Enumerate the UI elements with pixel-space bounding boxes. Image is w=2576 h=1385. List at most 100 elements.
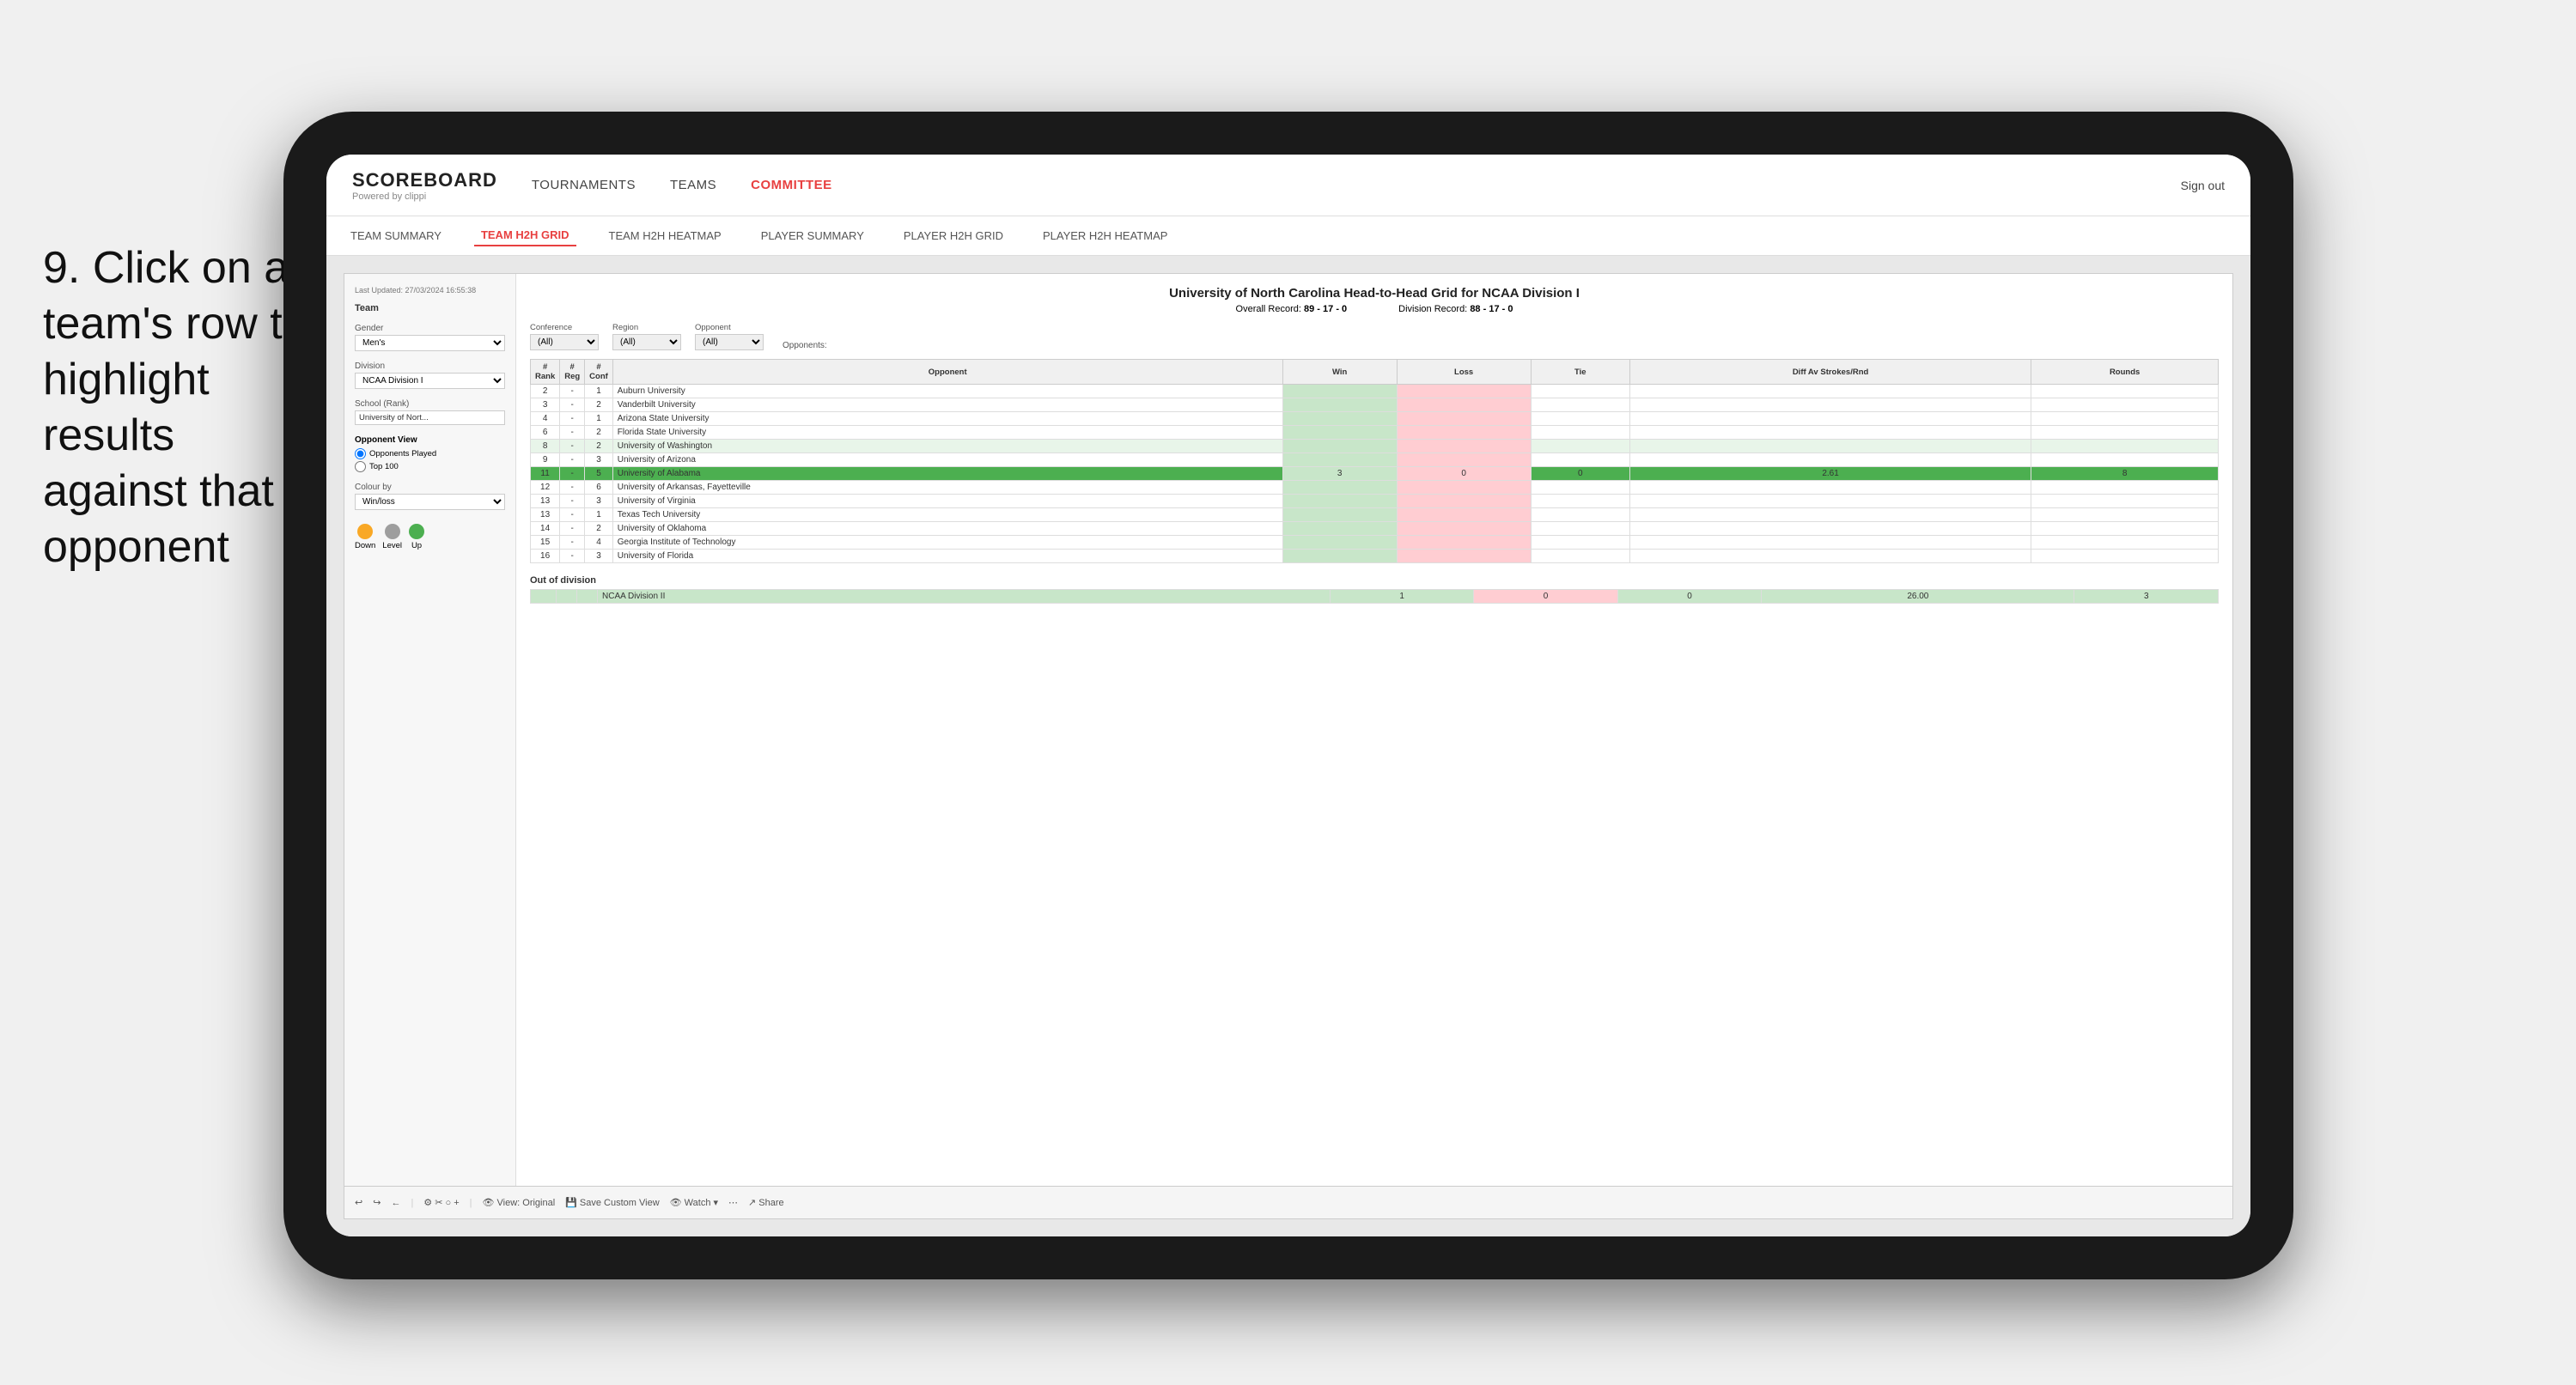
col-loss: Loss (1397, 360, 1531, 385)
table-cell (1629, 412, 2031, 426)
undo-button[interactable]: ↩ (355, 1197, 362, 1208)
table-row[interactable]: 16-3University of Florida (531, 550, 2219, 563)
record-row: Overall Record: 89 - 17 - 0 Division Rec… (530, 304, 2219, 314)
table-cell: 3 (585, 453, 613, 467)
out-of-division-row[interactable]: NCAA Division II 1 0 0 26.00 3 (531, 590, 2219, 604)
table-cell (1282, 453, 1397, 467)
table-cell (2031, 426, 2219, 440)
conference-filter-select[interactable]: (All) (530, 334, 599, 350)
table-row[interactable]: 8-2University of Washington (531, 440, 2219, 453)
tab-player-summary[interactable]: PLAYER SUMMARY (754, 226, 871, 246)
table-cell (2031, 495, 2219, 508)
legend-level-label: Level (382, 541, 402, 550)
table-cell (1531, 398, 1629, 412)
ood-rank (531, 590, 557, 604)
nav-teams[interactable]: TEAMS (670, 174, 716, 196)
table-cell: 14 (531, 522, 560, 536)
division-filter-label: Division (355, 361, 505, 371)
watch-btn[interactable]: 👁 Watch ▾ (670, 1197, 718, 1208)
table-cell (1629, 550, 2031, 563)
table-cell (1282, 522, 1397, 536)
toolbar-more-btn[interactable]: ⋯ (728, 1197, 738, 1208)
table-cell: 3 (585, 495, 613, 508)
table-cell (1531, 440, 1629, 453)
nav-items: TOURNAMENTS TEAMS COMMITTEE (532, 174, 2181, 196)
team-filter-group: Team (355, 303, 505, 313)
table-cell (1531, 508, 1629, 522)
table-cell (1282, 385, 1397, 398)
table-cell: Arizona State University (612, 412, 1282, 426)
radio-opponents-played[interactable]: Opponents Played (355, 448, 505, 459)
back-button[interactable]: ← (391, 1198, 400, 1208)
tab-team-h2h-grid[interactable]: TEAM H2H GRID (474, 225, 576, 246)
table-cell: - (560, 398, 585, 412)
opponents-label: Opponents: (783, 341, 827, 350)
table-row[interactable]: 11-5University of Alabama3002.618 (531, 467, 2219, 481)
ood-loss: 0 (1474, 590, 1617, 604)
table-cell (1531, 536, 1629, 550)
region-filter: Region (All) (612, 323, 681, 350)
table-cell: - (560, 550, 585, 563)
conference-filter: Conference (All) (530, 323, 599, 350)
radio-top-100[interactable]: Top 100 (355, 461, 505, 472)
table-cell: - (560, 508, 585, 522)
opponent-filter-select[interactable]: (All) (695, 334, 764, 350)
gender-select[interactable]: Men's (355, 335, 505, 351)
table-cell (2031, 536, 2219, 550)
colour-by-group: Colour by Win/loss (355, 483, 505, 510)
table-cell: 2 (585, 440, 613, 453)
view-original-btn[interactable]: 👁 View: Original (482, 1197, 555, 1208)
opponent-filter: Opponent (All) (695, 323, 764, 350)
table-row[interactable]: 13-3University of Virginia (531, 495, 2219, 508)
legend-up-label: Up (411, 541, 422, 550)
col-conf: # Conf (585, 360, 613, 385)
opponent-view-label: Opponent View (355, 435, 505, 445)
table-cell (1397, 412, 1531, 426)
region-filter-select[interactable]: (All) (612, 334, 681, 350)
logo-subtitle: Powered by clippi (352, 191, 497, 202)
nav-committee[interactable]: COMMITTEE (751, 174, 832, 196)
table-row[interactable]: 6-2Florida State University (531, 426, 2219, 440)
table-cell: University of Virginia (612, 495, 1282, 508)
table-cell: 6 (531, 426, 560, 440)
table-cell (1397, 536, 1531, 550)
sign-out-link[interactable]: Sign out (2181, 179, 2225, 192)
table-row[interactable]: 4-1Arizona State University (531, 412, 2219, 426)
table-cell: 0 (1531, 467, 1629, 481)
table-row[interactable]: 14-2University of Oklahoma (531, 522, 2219, 536)
colour-by-select[interactable]: Win/loss (355, 494, 505, 510)
table-row[interactable]: 13-1Texas Tech University (531, 508, 2219, 522)
opponent-view-group: Opponent View Opponents Played Top 100 (355, 435, 505, 472)
table-cell (1629, 495, 2031, 508)
division-select[interactable]: NCAA Division I (355, 373, 505, 389)
table-row[interactable]: 2-1Auburn University (531, 385, 2219, 398)
table-row[interactable]: 9-3University of Arizona (531, 453, 2219, 467)
table-cell (1531, 385, 1629, 398)
save-custom-view-btn[interactable]: 💾 Save Custom View (565, 1197, 659, 1208)
table-cell: Texas Tech University (612, 508, 1282, 522)
tab-team-summary[interactable]: TEAM SUMMARY (344, 226, 448, 246)
tab-player-h2h-grid[interactable]: PLAYER H2H GRID (897, 226, 1010, 246)
table-cell: - (560, 481, 585, 495)
table-cell: 4 (531, 412, 560, 426)
tab-team-h2h-heatmap[interactable]: TEAM H2H HEATMAP (602, 226, 728, 246)
legend-level-dot (385, 524, 400, 539)
right-panel: University of North Carolina Head-to-Hea… (516, 274, 2232, 1186)
table-row[interactable]: 3-2Vanderbilt University (531, 398, 2219, 412)
share-btn[interactable]: ↗ Share (748, 1197, 784, 1208)
nav-tournaments[interactable]: TOURNAMENTS (532, 174, 636, 196)
tab-player-h2h-heatmap[interactable]: PLAYER H2H HEATMAP (1036, 226, 1174, 246)
table-cell: University of Florida (612, 550, 1282, 563)
ood-diff: 26.00 (1762, 590, 2074, 604)
table-row[interactable]: 15-4Georgia Institute of Technology (531, 536, 2219, 550)
col-diff: Diff Av Strokes/Rnd (1629, 360, 2031, 385)
col-reg: # Reg (560, 360, 585, 385)
left-panel: Last Updated: 27/03/2024 16:55:38 Team G… (344, 274, 516, 1186)
out-of-division-section: Out of division NCAA Division II 1 (530, 575, 2219, 604)
table-cell: 2.61 (1629, 467, 2031, 481)
table-cell: Georgia Institute of Technology (612, 536, 1282, 550)
table-row[interactable]: 12-6University of Arkansas, Fayetteville (531, 481, 2219, 495)
table-cell: 0 (1397, 467, 1531, 481)
redo-button[interactable]: ↪ (373, 1197, 381, 1208)
out-of-division-label: Out of division (530, 575, 2219, 586)
